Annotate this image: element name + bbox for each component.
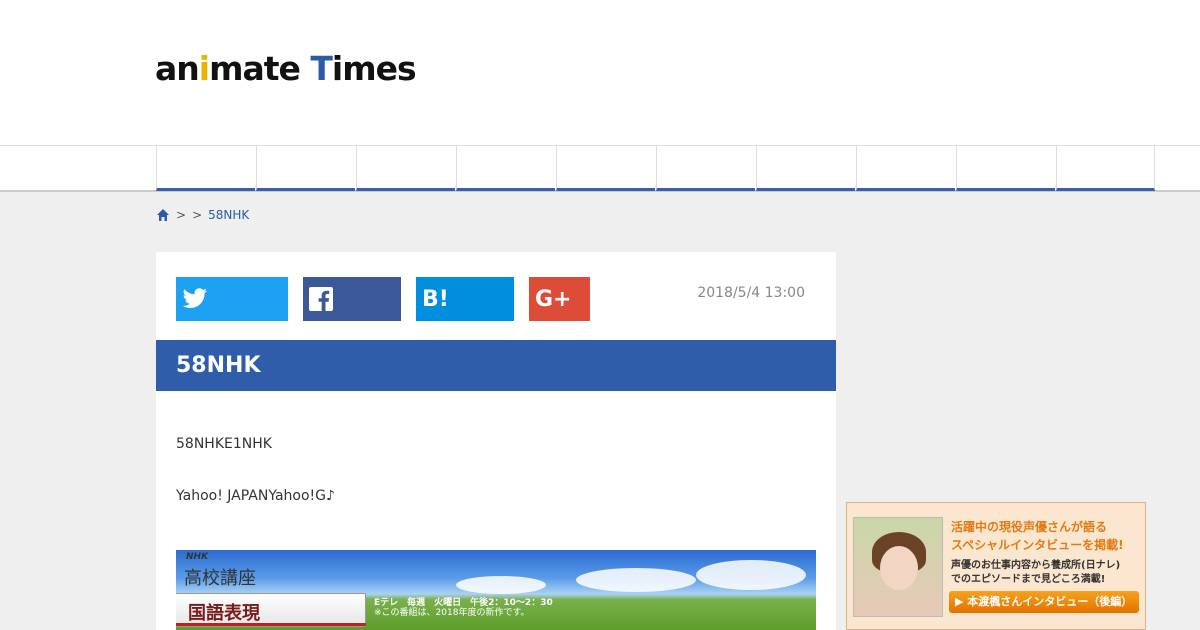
ad-photo [853, 517, 943, 617]
breadcrumb: > > 58NHK [156, 208, 249, 222]
banner-subject-underline [176, 623, 366, 626]
home-icon[interactable] [156, 208, 170, 222]
banner-cloud [576, 568, 696, 592]
nav-item[interactable] [356, 146, 455, 191]
site-header: animate Times [0, 0, 1200, 145]
program-banner-image: NHK 高校講座 国語表現 Eテレ 毎週 火曜日 午後2：10〜2：30 ※この… [176, 550, 816, 630]
article-paragraph: 58NHKE1NHK [176, 436, 272, 452]
banner-schedule: Eテレ 毎週 火曜日 午後2：10〜2：30 [374, 598, 553, 608]
share-facebook-button[interactable] [303, 277, 401, 321]
nav-item[interactable] [656, 146, 755, 191]
ad-headline: スペシャルインタビューを掲載! [951, 538, 1124, 552]
article-date: 2018/5/4 13:00 [697, 285, 805, 301]
logo-text-i: i [198, 49, 210, 88]
article-title: 58NHK [156, 340, 836, 391]
banner-program-logo: 高校講座 [184, 568, 256, 589]
nav-item[interactable] [556, 146, 655, 191]
share-twitter-button[interactable] [176, 277, 288, 321]
nav-item[interactable] [856, 146, 955, 191]
nav-item[interactable] [756, 146, 855, 191]
sidebar-ad-banner[interactable]: 活躍中の現役声優さんが語る スペシャルインタビューを掲載! 声優のお仕事内容から… [846, 502, 1146, 630]
ad-subtext: でのエピソードまで見どころ満載! [951, 574, 1106, 585]
logo-text-end: imes [331, 49, 417, 88]
site-logo[interactable]: animate Times [155, 49, 417, 88]
ad-subtext: 声優のお仕事内容から養成所(日ナレ) [951, 560, 1121, 571]
global-nav [0, 145, 1200, 192]
breadcrumb-current[interactable]: 58NHK [208, 208, 249, 222]
twitter-icon [182, 288, 208, 310]
logo-text-T: T [310, 49, 332, 88]
nav-item[interactable] [956, 146, 1055, 191]
ad-headline: 活躍中の現役声優さんが語る [951, 520, 1108, 534]
nav-item[interactable] [156, 146, 255, 191]
banner-cloud [696, 560, 806, 590]
nav-item[interactable] [1056, 146, 1155, 191]
breadcrumb-separator: > [192, 208, 203, 222]
hatena-icon: B! [422, 286, 449, 312]
banner-nhk-logo: NHK [186, 552, 209, 562]
nav-item[interactable] [456, 146, 555, 191]
nav-item[interactable] [256, 146, 355, 191]
google-plus-icon: G+ [535, 286, 572, 312]
ad-photo-face [880, 546, 918, 590]
share-google-plus-button[interactable]: G+ [529, 277, 590, 321]
share-hatena-button[interactable]: B! [416, 277, 514, 321]
article-paragraph: Yahoo! JAPANYahoo!G♪ [176, 488, 335, 504]
article-card: B! G+ 2018/5/4 13:00 58NHK 58NHKE1NHK Ya… [156, 252, 836, 630]
logo-text-prefix: an [155, 49, 200, 88]
breadcrumb-separator: > [176, 208, 187, 222]
banner-subject-text: 国語表現 [188, 603, 260, 624]
ad-interview-button[interactable]: ▶ 本渡楓さんインタビュー（後編） [949, 591, 1139, 613]
logo-text-mid: mate [209, 49, 311, 88]
banner-subject-plate: 国語表現 [176, 593, 366, 627]
banner-note: ※この番組は、2018年度の新作です。 [374, 608, 530, 618]
banner-cloud [456, 576, 546, 594]
facebook-icon [309, 287, 333, 311]
